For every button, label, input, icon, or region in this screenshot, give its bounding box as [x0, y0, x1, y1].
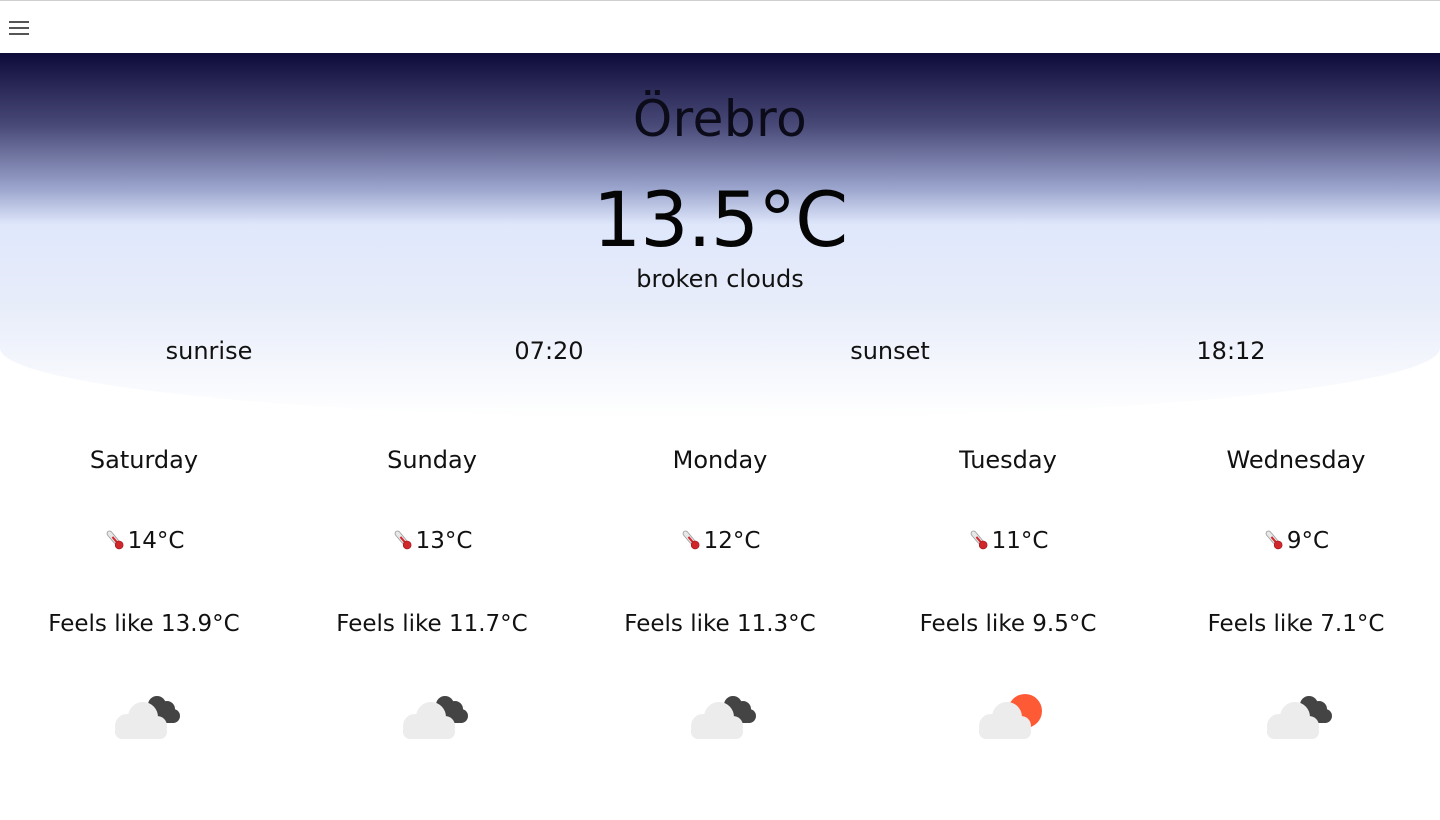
sunrise-time: 07:20 [514, 337, 584, 365]
city-name: Örebro [632, 90, 808, 148]
thermometer-icon [104, 528, 126, 552]
sunset-time: 18:12 [1196, 337, 1266, 365]
cloud-dark-icon [1261, 690, 1336, 742]
weather-description: broken clouds [636, 265, 804, 293]
forecast-temp: 14°C [14, 528, 274, 554]
forecast-day-name: Tuesday [959, 446, 1057, 474]
forecast-feels-like: Feels like 7.1°C [1207, 611, 1385, 637]
forecast-temp: 11°C [878, 528, 1138, 554]
forecast-feels-like: Feels like 11.7°C [336, 611, 528, 637]
sunrise-label: sunrise [165, 337, 253, 365]
forecast-day: Sunday 13°C Feels like 11.7°C [302, 418, 562, 758]
thermometer-icon [968, 528, 990, 552]
forecast-day: Saturday 14°C Feels like 13.9°C [14, 418, 274, 758]
forecast-day-name: Sunday [387, 446, 477, 474]
hamburger-menu-icon[interactable] [8, 17, 30, 39]
forecast-day-name: Monday [672, 446, 768, 474]
forecast-feels-like: Feels like 9.5°C [919, 611, 1097, 637]
forecast-temp: 13°C [302, 528, 562, 554]
sun-times-row: sunrise 07:20 sunset 18:12 [0, 337, 1440, 369]
top-app-bar [0, 0, 1440, 53]
forecast-feels-like: Feels like 11.3°C [624, 611, 816, 637]
forecast-day: Tuesday 11°C Feels like 9.5°C [878, 418, 1138, 758]
forecast-temp: 9°C [1166, 528, 1426, 554]
sunset-label: sunset [850, 337, 930, 365]
forecast-temp-value: 12°C [703, 528, 761, 554]
forecast-temp: 12°C [590, 528, 850, 554]
cloud-dark-icon [109, 690, 184, 742]
forecast-list: Saturday 14°C Feels like 13.9°C Sunday 1… [0, 418, 1440, 758]
forecast-day-name: Saturday [89, 446, 199, 474]
thermometer-icon [1263, 528, 1285, 552]
forecast-temp-value: 11°C [991, 528, 1049, 554]
cloud-dark-icon [685, 690, 760, 742]
thermometer-icon [392, 528, 414, 552]
cloud-dark-icon [397, 690, 472, 742]
forecast-day: Monday 12°C Feels like 11.3°C [590, 418, 850, 758]
current-weather-panel: Örebro 13.5°C broken clouds sunrise 07:2… [0, 53, 1440, 418]
cloud-sun-icon [973, 690, 1048, 742]
forecast-temp-value: 14°C [127, 528, 185, 554]
forecast-temp-value: 13°C [415, 528, 473, 554]
forecast-day: Wednesday 9°C Feels like 7.1°C [1166, 418, 1426, 758]
forecast-temp-value: 9°C [1286, 528, 1330, 554]
forecast-day-name: Wednesday [1226, 446, 1366, 474]
current-temperature: 13.5°C [592, 175, 848, 264]
forecast-feels-like: Feels like 13.9°C [48, 611, 240, 637]
thermometer-icon [680, 528, 702, 552]
